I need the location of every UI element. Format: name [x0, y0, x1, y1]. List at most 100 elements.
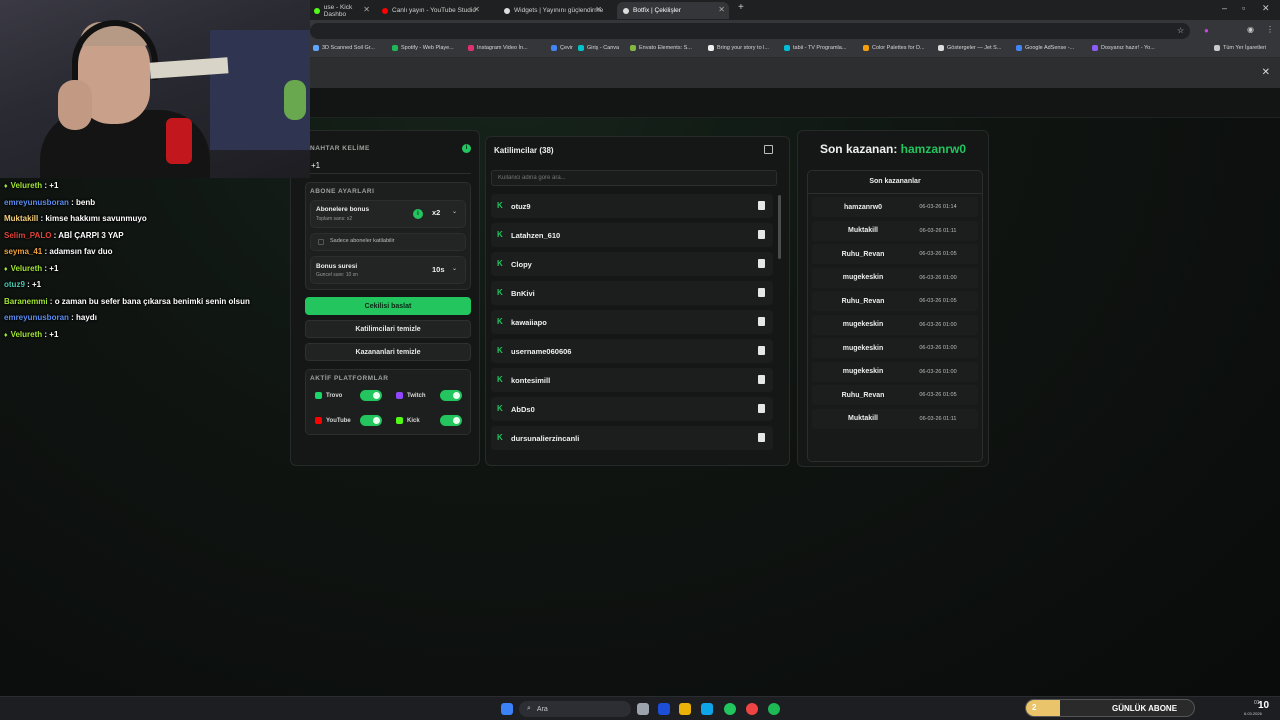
bookmark-item[interactable]: Çevir	[551, 45, 573, 51]
folder-icon[interactable]	[679, 703, 691, 715]
trash-icon[interactable]	[758, 404, 765, 413]
bonus-time-sub: Guncel sure: 10 sn	[316, 272, 358, 278]
menu-icon[interactable]: ⋮	[1266, 25, 1274, 34]
platform-kick: Kick	[396, 417, 420, 424]
bookmark-item[interactable]: Dosyanız hazır! - Yo...	[1092, 45, 1155, 51]
trash-icon[interactable]	[758, 317, 765, 326]
participant-name: username060606	[511, 346, 572, 356]
bookmark-item[interactable]: Bring your story to l...	[708, 45, 769, 51]
spotify-icon[interactable]	[768, 703, 780, 715]
chat-separator: :	[68, 197, 77, 207]
winner-date: 06-03-26 01:00	[919, 274, 957, 281]
tab-close-icon[interactable]: ✕	[718, 5, 725, 14]
close-infobar-icon[interactable]: ✕	[1262, 67, 1270, 78]
windows-start-icon[interactable]	[501, 703, 513, 715]
browser-tab[interactable]: Botfix | Çekilişler ✕	[617, 2, 729, 19]
winner-date: 06-03-26 01:05	[919, 392, 957, 398]
minimize-icon[interactable]: –	[1222, 3, 1227, 13]
winner-row: Muktakill 06-03-26 01:11	[812, 408, 978, 429]
browser-tab[interactable]: Canlı yayın - YouTube Studio ✕	[376, 2, 484, 19]
bookmark-item[interactable]: tabii - TV Programla...	[784, 45, 846, 51]
winner-row: Ruhu_Revan 06-03-26 01:05	[812, 244, 978, 264]
bonus-info-icon[interactable]: i	[413, 209, 423, 219]
trash-icon[interactable]	[758, 346, 765, 355]
participant-row: Kotuz9	[491, 194, 773, 218]
platform-toggle-trovo[interactable]	[360, 390, 382, 401]
start-giveaway-button[interactable]: Cekilisi baslat	[305, 297, 471, 315]
trash-icon[interactable]	[758, 230, 765, 239]
bonus-multiplier-select[interactable]: x2 ⌄	[428, 206, 461, 220]
only-subscribers-checkbox[interactable]	[318, 239, 324, 245]
keyword-input[interactable]: +1	[305, 158, 471, 174]
bonus-time-select[interactable]: 10s ⌄	[428, 263, 461, 277]
trash-icon[interactable]	[758, 259, 765, 268]
star-icon[interactable]: ☆	[1177, 26, 1184, 35]
platform-toggle-twitch[interactable]	[440, 390, 462, 401]
participant-search-input[interactable]	[491, 170, 777, 186]
participants-scrollbar[interactable]	[778, 195, 781, 259]
platform-toggle-youtube[interactable]	[360, 415, 382, 426]
profile-icon[interactable]: ◉	[1247, 25, 1254, 34]
edge-browser-icon[interactable]	[701, 703, 713, 715]
chrome-icon[interactable]	[724, 703, 736, 715]
bookmark-item[interactable]: Spotify - Web Playe...	[392, 45, 454, 51]
close-window-icon[interactable]: ✕	[1262, 3, 1270, 14]
bookmark-item[interactable]: Tüm Yer İşaretleri	[1214, 45, 1266, 51]
copy-icon[interactable]	[764, 145, 773, 154]
winner-name: mugekeskin	[842, 321, 884, 328]
date: 6.03.2026	[1244, 711, 1262, 716]
winner-date: 06-03-26 01:11	[919, 227, 957, 234]
chat-message: ♦ Velureth : +1	[0, 178, 300, 195]
clear-participants-button[interactable]: Katilimcilari temizle	[305, 320, 471, 338]
winner-name: Ruhu_Revan	[841, 297, 885, 305]
clear-winners-button[interactable]: Kazananlari temizle	[305, 343, 471, 361]
bookmark-item[interactable]: 3D Scanned Soil Gr...	[313, 45, 375, 51]
maximize-icon[interactable]: ▫	[1242, 3, 1245, 13]
winner-date: 06-03-26 01:00	[919, 321, 957, 328]
chat-username: Selim_PALO	[4, 230, 52, 240]
trash-icon[interactable]	[758, 375, 765, 384]
winner-row: mugekeskin 06-03-26 01:00	[812, 338, 978, 358]
url-input[interactable]	[310, 23, 1190, 39]
bookmark-label: Çevir	[560, 45, 573, 51]
bookmark-icon	[392, 45, 398, 51]
goal-current: 2	[1032, 703, 1037, 712]
chat-text: +1	[49, 329, 59, 339]
bookmark-label: Spotify - Web Playe...	[401, 45, 454, 51]
kick-icon: K	[497, 259, 503, 268]
kick-icon: K	[497, 433, 503, 442]
tab-label: Botfix | Çekilişler	[633, 7, 681, 14]
app-icon[interactable]	[746, 703, 758, 715]
subscriber-bonus-title: Abonelere bonus	[316, 206, 370, 213]
bookmark-item[interactable]: Giriş - Canva	[578, 45, 619, 51]
bookmark-item[interactable]: Color Palettes for D...	[863, 45, 925, 51]
platform-toggle-kick[interactable]	[440, 415, 462, 426]
trash-icon[interactable]	[758, 201, 765, 210]
participant-row: K Clopy	[491, 252, 773, 276]
chat-separator: :	[24, 280, 32, 289]
bookmark-item[interactable]: Instagram Video İn...	[468, 45, 528, 51]
bookmark-item[interactable]: Göstergeler — Jet S...	[938, 45, 1001, 51]
bookmark-item[interactable]: Google AdSense -...	[1016, 45, 1074, 51]
info-icon[interactable]: i	[462, 144, 471, 153]
tab-close-icon[interactable]: ✕	[363, 5, 370, 14]
chat-separator: :	[47, 296, 55, 306]
task-view-icon[interactable]	[637, 703, 649, 715]
tab-favicon-icon	[382, 7, 388, 14]
goal-target: 10	[1258, 700, 1270, 711]
bookmark-icon	[468, 45, 474, 51]
trash-icon[interactable]	[758, 288, 765, 297]
new-tab-icon[interactable]: +	[738, 2, 744, 13]
bookmark-item[interactable]: Envato Elements: S...	[630, 45, 692, 51]
taskbar-search[interactable]: ⌕ Ara	[519, 701, 631, 717]
extension-icon[interactable]: ●	[1204, 26, 1209, 35]
chat-overlay: ♦ Velureth : +1 emreyunusboran : benb Mukta…	[0, 178, 300, 343]
tab-close-icon[interactable]: ✕	[473, 5, 480, 14]
edge-icon[interactable]	[658, 703, 670, 715]
bookmark-label: Dosyanız hazır! - Yo...	[1101, 45, 1155, 51]
trash-icon[interactable]	[758, 433, 765, 442]
browser-tab[interactable]: use - Kick Dashbo ✕	[308, 2, 374, 19]
tab-close-icon[interactable]: ✕	[595, 5, 602, 14]
bookmark-label: Tüm Yer İşaretleri	[1223, 45, 1267, 51]
browser-tab[interactable]: Widgets | Yayınını güçlendirme ✕	[498, 2, 606, 19]
